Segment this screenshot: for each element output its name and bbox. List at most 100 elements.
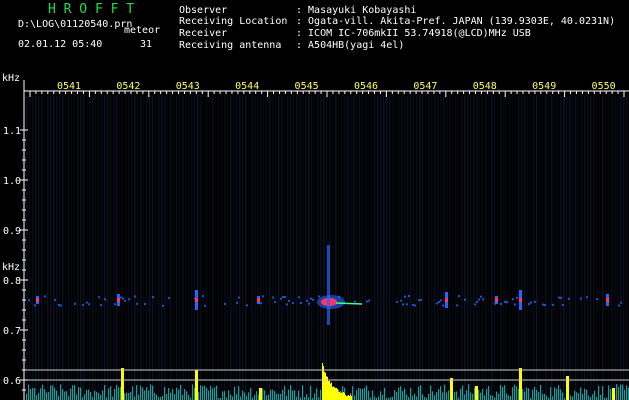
noise-streak: [371, 96, 373, 396]
noise-streak: [209, 96, 211, 396]
noise-streak: [269, 96, 271, 396]
y-tick-label: 1.1: [3, 126, 21, 137]
trace-dot: [544, 304, 546, 307]
time-tick-label: 0543: [176, 81, 200, 92]
meteor-burst-bar: [350, 394, 351, 400]
meteor-tail: [335, 302, 363, 305]
noise-streak: [422, 96, 424, 396]
noise-streak: [29, 96, 31, 396]
noise-bar: [368, 390, 370, 400]
noise-bar: [294, 390, 296, 400]
meteor-burst-bar: [323, 366, 324, 400]
noise-bar: [58, 395, 60, 400]
noise-bar: [150, 384, 152, 400]
noise-bar: [306, 394, 308, 400]
noise-bar: [216, 385, 218, 400]
noise-bar: [214, 387, 216, 400]
trace-dot: [120, 296, 122, 299]
meteor-burst-bar: [328, 381, 329, 400]
trace-dot: [152, 296, 154, 299]
trace-dot: [580, 297, 582, 300]
trace-dot: [514, 303, 516, 306]
noise-streak: [581, 96, 583, 396]
noise-bar: [116, 384, 118, 400]
noise-streak: [74, 96, 76, 396]
noise-bar: [40, 388, 42, 400]
noise-streak: [383, 96, 385, 396]
time-tick-label: 0546: [354, 81, 378, 92]
noise-bar: [592, 394, 594, 400]
meteor-burst-bar: [336, 387, 337, 400]
meteor-burst-bar: [346, 396, 347, 400]
trace-dot: [586, 296, 588, 299]
noise-bar: [420, 385, 422, 400]
noise-bar: [522, 388, 524, 400]
noise-streak: [350, 96, 352, 396]
noise-streak: [482, 96, 484, 396]
noise-bar: [170, 392, 172, 400]
noise-streak: [281, 96, 283, 396]
noise-bar: [62, 389, 64, 400]
noise-bar: [448, 390, 450, 400]
noise-bar: [188, 394, 190, 400]
noise-streak: [194, 96, 196, 396]
noise-bar: [320, 389, 322, 400]
noise-streak: [566, 96, 568, 396]
noise-bar: [478, 389, 480, 400]
noise-bar: [94, 390, 96, 400]
noise-streak: [545, 96, 547, 396]
meteor-burst-bar: [334, 387, 335, 400]
noise-streak: [122, 96, 124, 396]
noise-streak: [443, 96, 445, 396]
trace-dot: [274, 300, 276, 303]
noise-bar: [624, 389, 626, 400]
noise-bar: [168, 387, 170, 400]
noise-streak: [290, 96, 292, 396]
noise-bar: [228, 390, 230, 400]
noise-streak: [614, 96, 616, 396]
noise-bar: [176, 387, 178, 400]
noise-bar: [268, 394, 270, 400]
noise-streak: [215, 96, 217, 396]
noise-streak: [80, 96, 82, 396]
noise-streak: [317, 96, 319, 396]
noise-streak: [98, 96, 100, 396]
noise-bar: [600, 394, 602, 400]
noise-bar: [364, 387, 366, 400]
noise-bar: [140, 385, 142, 400]
noise-streak: [338, 96, 340, 396]
trace-dot: [312, 298, 314, 301]
noise-bar: [212, 388, 214, 400]
meteor-burst-bar: [330, 383, 331, 400]
noise-streak: [233, 96, 235, 396]
time-tick-label: 0544: [235, 81, 259, 92]
noise-bar: [48, 392, 50, 400]
noise-streak: [563, 96, 565, 396]
noise-streak: [437, 96, 439, 396]
noise-streak: [479, 96, 481, 396]
noise-bar: [536, 389, 538, 400]
noise-bar: [508, 395, 510, 400]
noise-bar: [498, 393, 500, 400]
noise-streak: [620, 96, 622, 396]
noise-bar: [36, 395, 38, 400]
trace-dot: [516, 296, 518, 299]
trace-dot: [308, 302, 310, 305]
meteor-burst-bar: [339, 391, 340, 400]
time-tick-label: 0541: [57, 81, 81, 92]
noise-streak: [284, 96, 286, 396]
trace-dot: [530, 301, 532, 304]
noise-bar: [68, 396, 70, 400]
noise-streak: [131, 96, 133, 396]
trace-core: [495, 298, 498, 302]
noise-bar: [222, 391, 224, 400]
noise-bar: [256, 391, 258, 400]
noise-streak: [596, 96, 598, 396]
signal-bar: [259, 388, 262, 400]
noise-bar: [290, 384, 292, 400]
noise-streak: [143, 96, 145, 396]
noise-streak: [311, 96, 313, 396]
noise-streak: [608, 96, 610, 396]
noise-streak: [206, 96, 208, 396]
noise-bar: [204, 385, 206, 400]
